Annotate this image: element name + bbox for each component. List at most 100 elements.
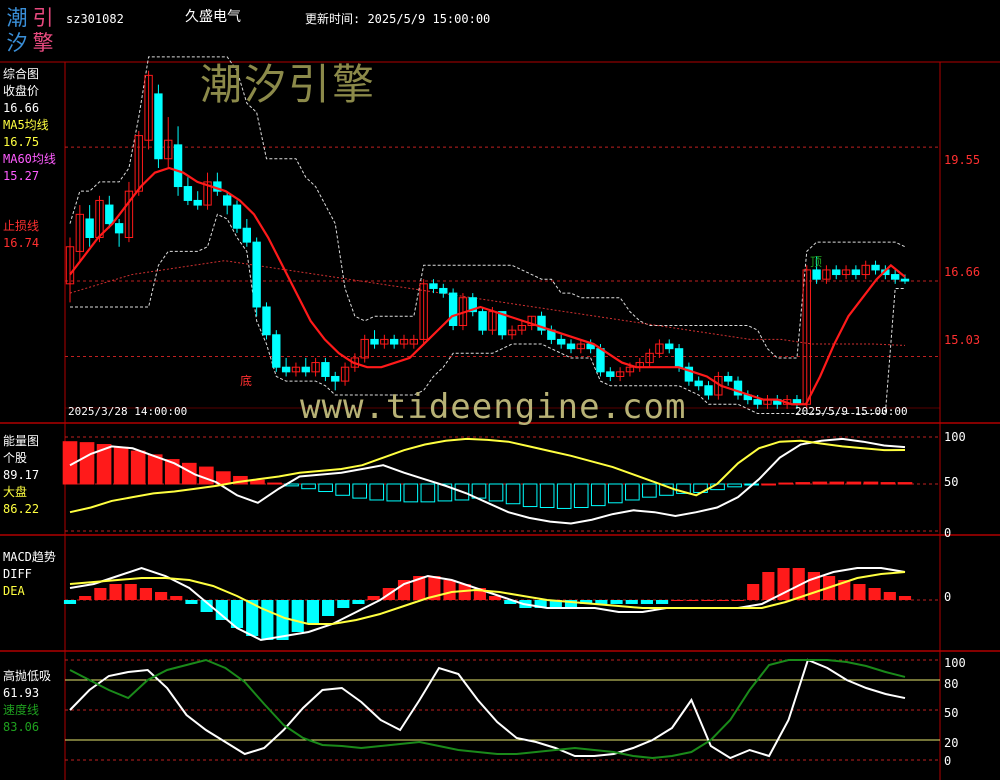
- stop-value: 16.74: [3, 236, 40, 250]
- candle-body: [321, 362, 330, 377]
- macd-bar: [701, 600, 714, 601]
- energy-bar: [573, 483, 589, 508]
- candle-body: [183, 186, 193, 201]
- energy-bar: [642, 483, 657, 498]
- energy-bar: [863, 481, 879, 485]
- stop-label: 止损线: [3, 219, 40, 233]
- speed-value: 83.06: [3, 720, 40, 734]
- energy-bar: [147, 454, 163, 485]
- candle-body: [154, 93, 163, 160]
- stock-energy-value: 89.17: [3, 468, 40, 482]
- energy-bar: [420, 483, 436, 503]
- candle-body: [114, 223, 124, 234]
- macd-bar: [443, 580, 456, 600]
- speed-line: [69, 658, 906, 760]
- energy-bar: [897, 482, 913, 485]
- energy-y-tick: 0: [944, 526, 952, 540]
- date-end: 2025/5/9 15:00:00: [795, 405, 908, 418]
- energy-bar: [335, 483, 350, 496]
- candle-body: [556, 338, 566, 345]
- candle-body: [723, 375, 733, 382]
- candle-body: [566, 343, 576, 350]
- candle-body: [331, 375, 340, 382]
- candle-body: [370, 338, 379, 345]
- close-label: 收盘价: [3, 84, 40, 98]
- macd-bar: [185, 600, 198, 604]
- ma60-label: MA60均线: [3, 152, 56, 166]
- osc-y-tick: 80: [944, 677, 959, 691]
- candle-body: [665, 343, 674, 350]
- energy-bar: [318, 483, 333, 493]
- osc-panel-title: 高抛低吸: [3, 669, 52, 683]
- market-energy-label: 大盘: [3, 485, 28, 499]
- macd-bar: [215, 600, 228, 620]
- osc-line: [69, 658, 906, 760]
- energy-bar: [880, 482, 896, 485]
- macd-bar: [731, 600, 745, 601]
- energy-bar: [352, 483, 368, 499]
- macd-bar: [306, 600, 319, 624]
- candle-body: [812, 269, 821, 280]
- main-panel-title: 综合图: [3, 67, 40, 81]
- market-energy-value: 86.22: [3, 502, 40, 516]
- energy-y-tick: 50: [944, 475, 959, 489]
- candle-body: [439, 287, 448, 294]
- macd-bar: [898, 596, 912, 600]
- stock-energy-label: 个股: [3, 451, 28, 465]
- candle-body: [301, 366, 310, 373]
- osc-y-tick: 0: [944, 754, 952, 768]
- top-marker: 顶: [810, 255, 823, 269]
- candle-body: [832, 269, 841, 276]
- energy-bar: [829, 481, 845, 485]
- candle-body: [389, 338, 399, 345]
- osc-y-tick: 20: [944, 736, 959, 750]
- energy-bar: [488, 483, 504, 502]
- macd-bar: [656, 600, 669, 604]
- macd-bar: [352, 600, 365, 604]
- energy-bar: [79, 442, 95, 485]
- ma5-value: 16.75: [3, 135, 40, 149]
- macd-bar: [139, 588, 152, 600]
- macd-bar: [109, 584, 122, 600]
- osc-y-tick: 100: [944, 656, 966, 670]
- energy-bar: [113, 446, 129, 485]
- energy-bar: [216, 471, 231, 485]
- candle-body: [606, 371, 615, 377]
- candle-body: [232, 204, 242, 229]
- candle-body: [252, 241, 261, 308]
- energy-bar: [403, 483, 419, 503]
- candle-body: [674, 348, 684, 368]
- energy-bar: [199, 466, 214, 485]
- macd-bar: [868, 588, 881, 600]
- candle-body: [105, 204, 114, 225]
- macd-bar: [686, 600, 699, 601]
- candle-body: [478, 311, 487, 331]
- ma60-line: [69, 260, 906, 346]
- energy-bar: [727, 483, 742, 488]
- macd-bar: [291, 600, 304, 632]
- main-y-tick: 16.66: [944, 265, 981, 279]
- macd-bar: [124, 584, 137, 600]
- energy-bar: [795, 482, 811, 485]
- macd-y-tick: 0: [944, 590, 952, 604]
- ma60-value: 15.27: [3, 169, 40, 183]
- macd-bar: [367, 596, 380, 600]
- energy-bar: [267, 482, 282, 485]
- energy-bar: [778, 482, 794, 485]
- macd-bar: [322, 600, 335, 616]
- candle-body: [281, 366, 291, 373]
- candle-body: [851, 269, 861, 276]
- candle-body: [173, 144, 183, 188]
- macd-bar: [170, 596, 183, 600]
- watermark-url: www.tideengine.com: [300, 387, 687, 427]
- speed-label: 速度线: [3, 703, 40, 717]
- energy-bar: [590, 483, 606, 507]
- candle-body: [85, 218, 94, 238]
- candle-body: [242, 227, 252, 243]
- macd-bar: [762, 572, 775, 600]
- energy-bar: [522, 483, 538, 508]
- candle-body: [871, 264, 880, 271]
- macd-bar: [79, 596, 92, 600]
- candle-body: [222, 195, 232, 206]
- main-y-tick: 15.03: [944, 333, 981, 347]
